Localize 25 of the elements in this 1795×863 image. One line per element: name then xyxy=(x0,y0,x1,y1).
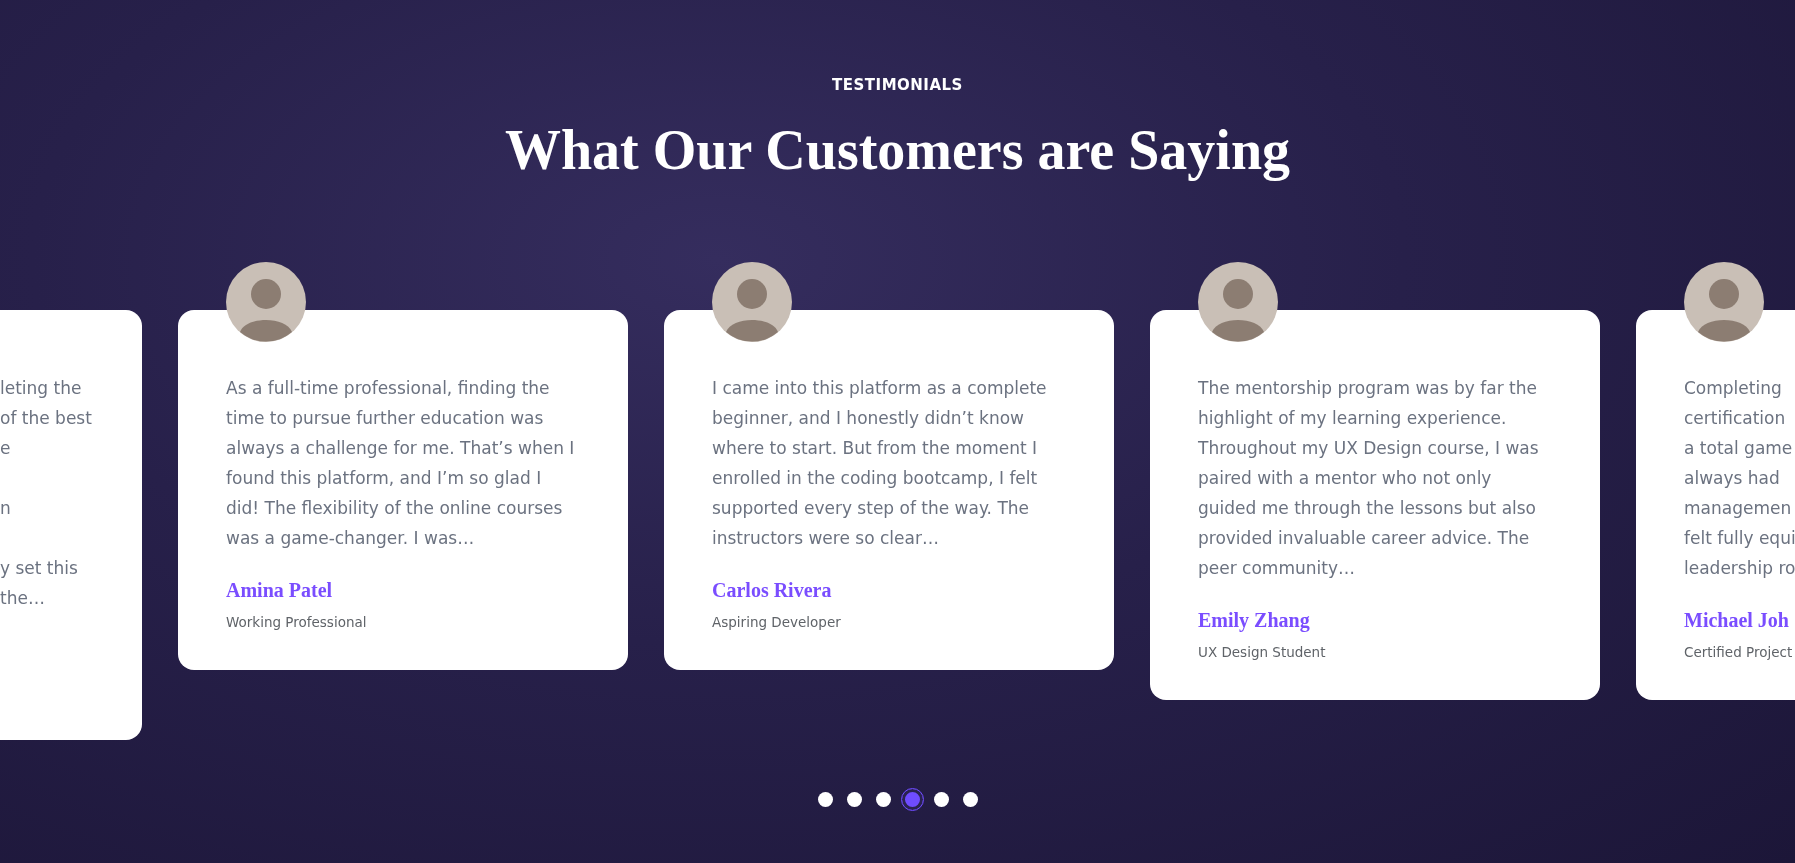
testimonial-quote: As a full-time professional, finding the time to pursue further education was always a challenge for me. That’s when I found this platform, and I’m so glad I did! The flexibility of the online courses was a game-changer. I was… xyxy=(226,377,576,550)
customer-role: Aspiring Developer xyxy=(712,614,842,630)
avatar-silhouette-icon xyxy=(1198,262,1278,342)
customer-name: Carlos Rivera xyxy=(712,579,833,602)
testimonial-quote: Completing certification a total game always had managemen felt fully equi leadership ro xyxy=(1684,377,1795,580)
pagination-dot[interactable] xyxy=(875,792,891,807)
pagination-dot[interactable] xyxy=(962,792,978,807)
customer-role: Working Professional xyxy=(226,614,368,630)
testimonial-quote: I came into this platform as a complete beginner, and I honestly didn’t know where to start. But from the moment I enrolled in the coding bootcamp, I felt supported every step of the way. The instructors were so clear… xyxy=(712,377,1048,550)
customer-role: Certified Project xyxy=(1684,644,1794,660)
pagination-dot[interactable] xyxy=(817,792,833,807)
section-eyebrow: TESTIMONIALS xyxy=(832,76,963,94)
avatar-silhouette-icon xyxy=(226,262,306,342)
avatar-silhouette-icon xyxy=(1684,262,1764,342)
customer-role: UX Design Student xyxy=(1198,644,1327,660)
pagination-dot[interactable] xyxy=(900,788,924,811)
customer-name: Michael Joh xyxy=(1684,609,1790,632)
section-title: What Our Customers are Saying xyxy=(504,118,1291,182)
testimonial-quote: leting the of the best e n y set this the… xyxy=(0,377,93,610)
pagination-dot[interactable] xyxy=(846,792,862,807)
avatar-silhouette-icon xyxy=(712,262,792,342)
customer-name: Emily Zhang xyxy=(1198,609,1311,632)
testimonial-quote: The mentorship program was by far the highlight of my learning experience. Throughout my UX Design course, I was paired with a mentor who not only guided me through the lessons but also provided invaluable career advice. The peer community… xyxy=(1198,377,1540,580)
pagination-dot[interactable] xyxy=(933,792,949,807)
customer-name: Amina Patel xyxy=(226,579,334,602)
